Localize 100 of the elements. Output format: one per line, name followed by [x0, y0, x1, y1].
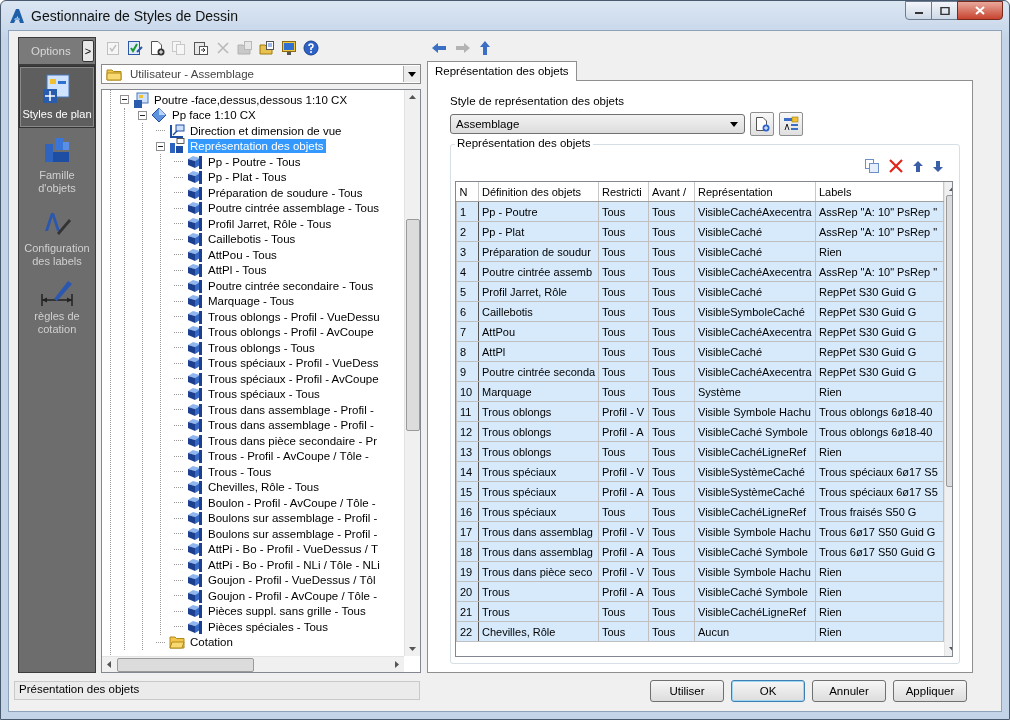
table-row[interactable]: 4 Poutre cintrée assemb Tous Tous VisibleCachéAxecentra AssRep "A: 10" PsRep " — [456, 261, 944, 282]
column-header[interactable]: Labels — [815, 182, 944, 202]
tree-item[interactable]: Cotation — [188, 635, 235, 650]
monitor-icon[interactable] — [281, 40, 297, 56]
dialog-button[interactable]: OK — [731, 679, 805, 702]
tree-item[interactable]: AttPi - Bo - Profil - NLi / Tôle - NLi — [206, 557, 382, 572]
expand-button[interactable]: > — [82, 40, 94, 62]
tree-item[interactable]: Poutre cintrée assemblage - Tous — [206, 201, 382, 216]
tree-item[interactable]: Trous - Tous — [206, 464, 274, 479]
tree-item[interactable]: Direction et dimension de vue — [188, 123, 344, 138]
minimize-button[interactable] — [905, 1, 932, 20]
tree-item[interactable]: Trous - Profil - AvCoupe / Tôle - — [206, 449, 371, 464]
new-style-button[interactable] — [750, 112, 774, 136]
table-row[interactable]: 9 Poutre cintrée seconda Tous Tous VisibleCachéAxecentra RepPet S30 Guid G — [456, 361, 944, 382]
folder-document-icon[interactable] — [259, 40, 275, 56]
column-header[interactable]: Définition des objets — [478, 182, 599, 202]
table-row[interactable]: 3 Préparation de soudur Tous Tous VisibleCaché Rien — [456, 241, 944, 262]
scroll-right-arrow-icon[interactable] — [395, 661, 399, 668]
tree-item[interactable]: Caillebotis - Tous — [206, 232, 298, 247]
tree-item[interactable]: Goujon - Profil - AvCoupe / Tôle - — [206, 588, 379, 603]
column-header[interactable]: Avant / — [648, 182, 695, 202]
dialog-button[interactable]: Utiliser — [650, 679, 724, 702]
tree-item[interactable]: Trous oblongs - Tous — [206, 340, 317, 355]
tree-item[interactable]: AttPl - Tous — [206, 263, 269, 278]
tree-item[interactable]: Trous spéciaux - Profil - AvCoupe — [206, 371, 381, 386]
table-row[interactable]: 6 Caillebotis Tous Tous VisibleSymboleCaché RepPet S30 Guid G — [456, 301, 944, 322]
maximize-button[interactable] — [931, 1, 958, 20]
horizontal-scrollbar[interactable] — [102, 656, 404, 672]
nav-item[interactable]: Configuration des labels — [19, 201, 95, 274]
tree-item[interactable]: Profil Jarret, Rôle - Tous — [206, 216, 334, 231]
cube-icon — [187, 603, 203, 620]
scroll-left-arrow-icon[interactable] — [107, 661, 111, 668]
collapse-button[interactable] — [156, 141, 165, 151]
tree-item[interactable]: Pp face 1:10 CX — [170, 108, 258, 123]
tree-item[interactable]: Préparation de soudure - Tous — [206, 185, 365, 200]
tree-item[interactable]: AttPi - Bo - Profil - VueDessus / T — [206, 542, 380, 557]
table-row[interactable]: 21 Trous Tous Tous VisibleCachéLigneRef Rien — [456, 601, 944, 622]
table-row[interactable]: 15 Trous spéciaux Profil - A Tous VisibleSystèmeCaché Trous spéciaux 6ø17 S5 — [456, 481, 944, 502]
table-row[interactable]: 18 Trous dans assemblag Profil - A Tous VisibleCaché Symbole Trous 6ø17 S50 Guid G — [456, 541, 944, 562]
dropdown-arrow-icon[interactable] — [408, 71, 416, 77]
table-row[interactable]: 1 Pp - Poutre Tous Tous VisibleCachéAxecentra AssRep "A: 10" PsRep " — [456, 201, 944, 222]
tree-item[interactable]: Poutre cintrée secondaire - Tous — [206, 278, 376, 293]
table-row[interactable]: 20 Trous Profil - A Tous VisibleCaché Symbole Rien — [456, 581, 944, 602]
edit-document-icon[interactable] — [127, 40, 143, 56]
library-dropdown[interactable]: Utilisateur - Assemblage — [101, 64, 421, 84]
tree-item[interactable]: Chevilles, Rôle - Tous — [206, 480, 321, 495]
tree-item[interactable]: Goujon - Profil - VueDessus / Tôl — [206, 573, 378, 588]
tree-item[interactable]: Boulons sur assemblage - Profil - — [206, 526, 380, 541]
collapse-button[interactable] — [120, 95, 129, 105]
tree-item[interactable]: Trous spéciaux - Tous — [206, 387, 322, 402]
tree-item[interactable]: Pièces spéciales - Tous — [206, 619, 330, 634]
help-icon[interactable] — [303, 40, 319, 56]
column-header[interactable]: Restricti — [598, 182, 649, 202]
copy-icon[interactable] — [865, 159, 879, 173]
scrollbar-thumb[interactable] — [405, 219, 420, 431]
column-header[interactable]: N — [456, 182, 479, 202]
column-header[interactable]: Représentation — [694, 182, 816, 202]
close-button[interactable] — [957, 1, 1003, 20]
tree-item[interactable]: Poutre -face,dessus,dessous 1:10 CX — [152, 92, 350, 107]
table-row[interactable]: 17 Trous dans assemblag Profil - V Tous Visible Symbole Hachu Trous 6ø17 S50 Guid G — [456, 521, 944, 542]
tree-item[interactable]: Trous oblongs - Profil - VueDessu — [206, 309, 382, 324]
table-row[interactable]: 2 Pp - Plat Tous Tous VisibleCaché AssRep "A: 10" PsRep " — [456, 221, 944, 242]
tree-item[interactable]: Marquage - Tous — [206, 294, 297, 309]
tree-item[interactable]: Trous dans assemblage - Profil - — [206, 418, 376, 433]
scrollbar-thumb[interactable] — [117, 657, 254, 672]
move-up-icon[interactable] — [913, 160, 923, 172]
table-row[interactable]: 11 Trous oblongs Profil - V Tous Visible Symbole Hachu Trous oblongs 6ø18-40 — [456, 401, 944, 422]
tab[interactable]: Représentation des objets — [427, 61, 577, 81]
table-row[interactable]: 8 AttPl Tous Tous VisibleCaché RepPet S30 Guid G — [456, 341, 944, 362]
table-row[interactable]: 22 Chevilles, Rôle Tous Tous Aucun Rien — [456, 621, 944, 642]
table-row[interactable]: 12 Trous oblongs Profil - A Tous VisibleCaché Symbole Trous oblongs 6ø18-40 — [456, 421, 944, 442]
up-arrow-icon[interactable] — [479, 40, 491, 56]
tree-item[interactable]: Boulon - Profil - AvCoupe / Tôle - — [206, 495, 378, 510]
nav-item[interactable]: Styles de plan — [19, 66, 95, 128]
table-row[interactable]: 5 Profil Jarret, Rôle Tous Tous VisibleCaché RepPet S30 Guid G — [456, 281, 944, 302]
tree-item[interactable]: Pp - Plat - Tous — [206, 170, 289, 185]
table-row[interactable]: 16 Trous spéciaux Tous Tous VisibleCachéLigneRef Trous fraisés S50 G — [456, 501, 944, 522]
paste-icon[interactable] — [193, 40, 209, 56]
new-document-icon[interactable] — [149, 40, 165, 56]
table-row[interactable]: 7 AttPou Tous Tous VisibleCachéAxecentra RepPet S30 Guid G — [456, 321, 944, 342]
tree-item[interactable]: AttPou - Tous — [206, 247, 279, 262]
style-properties-button[interactable] — [779, 112, 803, 136]
tree-item[interactable]: Trous dans pièce secondaire - Pr — [206, 433, 379, 448]
table-row[interactable]: 19 Trous dans pièce seco Profil - V Tous Visible Symbole Hachu Rien — [456, 561, 944, 582]
table-row[interactable]: 13 Trous oblongs Tous Tous VisibleCachéLigneRef Rien — [456, 441, 944, 462]
table-row[interactable]: 14 Trous spéciaux Profil - V Tous VisibleSystèmeCaché Trous spéciaux 6ø17 S5 — [456, 461, 944, 482]
delete-icon[interactable] — [889, 159, 903, 173]
dialog-button[interactable]: Annuler — [812, 679, 886, 702]
tree-item[interactable]: Trous oblongs - Profil - AvCoupe — [206, 325, 376, 340]
table-row[interactable]: 10 Marquage Tous Tous Système Rien — [456, 381, 944, 402]
move-down-icon[interactable] — [933, 160, 943, 172]
tree-item[interactable]: Trous spéciaux - Profil - VueDess — [206, 356, 381, 371]
collapse-button[interactable] — [138, 110, 147, 120]
back-arrow-icon[interactable] — [431, 42, 447, 54]
dialog-button[interactable]: Appliquer — [893, 679, 967, 702]
tree-item[interactable]: Pp - Poutre - Tous — [206, 154, 303, 169]
tree-item[interactable]: Boulons sur assemblage - Profil - — [206, 511, 380, 526]
tree-item[interactable]: Trous dans assemblage - Profil - — [206, 402, 376, 417]
tree-item[interactable]: Pièces suppl. sans grille - Tous — [206, 604, 368, 619]
style-dropdown[interactable]: Assemblage — [450, 114, 745, 134]
